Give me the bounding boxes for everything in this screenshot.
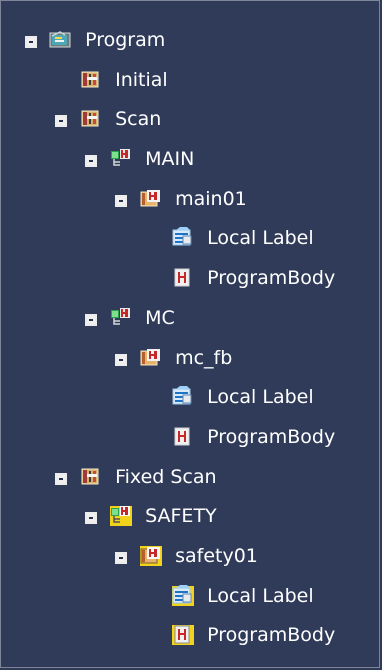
collapse-toggle[interactable] [85, 313, 97, 326]
collapse-toggle[interactable] [85, 512, 97, 525]
program-block-icon [79, 66, 103, 90]
tree-node-label: ProgramBody [207, 267, 336, 290]
tree-node-label: ProgramBody [207, 425, 336, 448]
program-folder-icon [49, 26, 73, 50]
collapse-toggle[interactable] [25, 36, 37, 48]
project-tree-panel: Program Initial Scan MAIN main01 Local L… [0, 0, 380, 668]
tree-node-label: Fixed Scan [115, 465, 217, 488]
function-block-icon [139, 185, 163, 209]
tree-node-program[interactable]: Program [1, 21, 379, 61]
program-block-icon [79, 463, 103, 487]
tree-node-local-label[interactable]: Local Label [1, 378, 379, 418]
tree-node-scan[interactable]: Scan [1, 100, 379, 140]
tree-node-label: safety01 [175, 544, 258, 567]
tree-node-main[interactable]: MAIN [1, 140, 379, 180]
tree-node-fixed-scan[interactable]: Fixed Scan [1, 458, 379, 498]
tree-node-local-label[interactable]: Local Label [1, 219, 379, 259]
tree-node-mc-fb[interactable]: mc_fb [1, 339, 379, 379]
safety-task-icon [109, 502, 133, 527]
program-block-icon [79, 105, 103, 129]
task-network-icon [109, 304, 133, 328]
tree-node-initial[interactable]: Initial [1, 61, 379, 101]
tree-node-local-label[interactable]: Local Label [1, 577, 379, 617]
tree-node-label: Local Label [207, 227, 314, 250]
collapse-toggle[interactable] [55, 115, 67, 128]
tree-node-label: MAIN [145, 148, 195, 171]
program-body-icon [171, 423, 195, 447]
collapse-toggle[interactable] [115, 353, 127, 366]
collapse-toggle[interactable] [115, 551, 127, 564]
local-label-icon [171, 224, 195, 248]
tree-node-label: main01 [175, 187, 247, 210]
tree-node-safety01[interactable]: safety01 [1, 537, 379, 577]
tree-node-label: ProgramBody [207, 624, 336, 647]
tree-node-safety[interactable]: SAFETY [1, 497, 379, 537]
tree-node-label: Local Label [207, 386, 314, 409]
collapse-toggle[interactable] [55, 472, 67, 485]
program-body-icon [171, 264, 195, 288]
tree-node-program-body[interactable]: ProgramBody [1, 259, 379, 299]
tree-node-label: mc_fb [175, 346, 233, 369]
tree-node-label: MC [145, 306, 175, 329]
local-label-icon [171, 582, 195, 606]
tree-node-main01[interactable]: main01 [1, 180, 379, 220]
safety-function-block-icon [139, 542, 163, 566]
tree-node-label: SAFETY [145, 505, 217, 528]
task-network-icon [109, 145, 133, 169]
collapse-toggle[interactable] [85, 155, 97, 168]
tree-node-label: Initial [115, 68, 168, 91]
tree-node-label: Scan [115, 108, 162, 131]
tree-node-label: Local Label [207, 584, 314, 607]
program-body-icon [171, 621, 195, 646]
function-block-icon [139, 344, 163, 368]
collapse-toggle[interactable] [115, 194, 127, 207]
tree-node-label: Program [85, 29, 166, 51]
tree-node-program-body[interactable]: ProgramBody [1, 418, 379, 458]
project-tree: Program Initial Scan MAIN main01 Local L… [1, 21, 379, 656]
tree-node-mc[interactable]: MC [1, 299, 379, 339]
tree-node-program-body[interactable]: ProgramBody [1, 616, 379, 656]
local-label-icon [171, 383, 195, 407]
